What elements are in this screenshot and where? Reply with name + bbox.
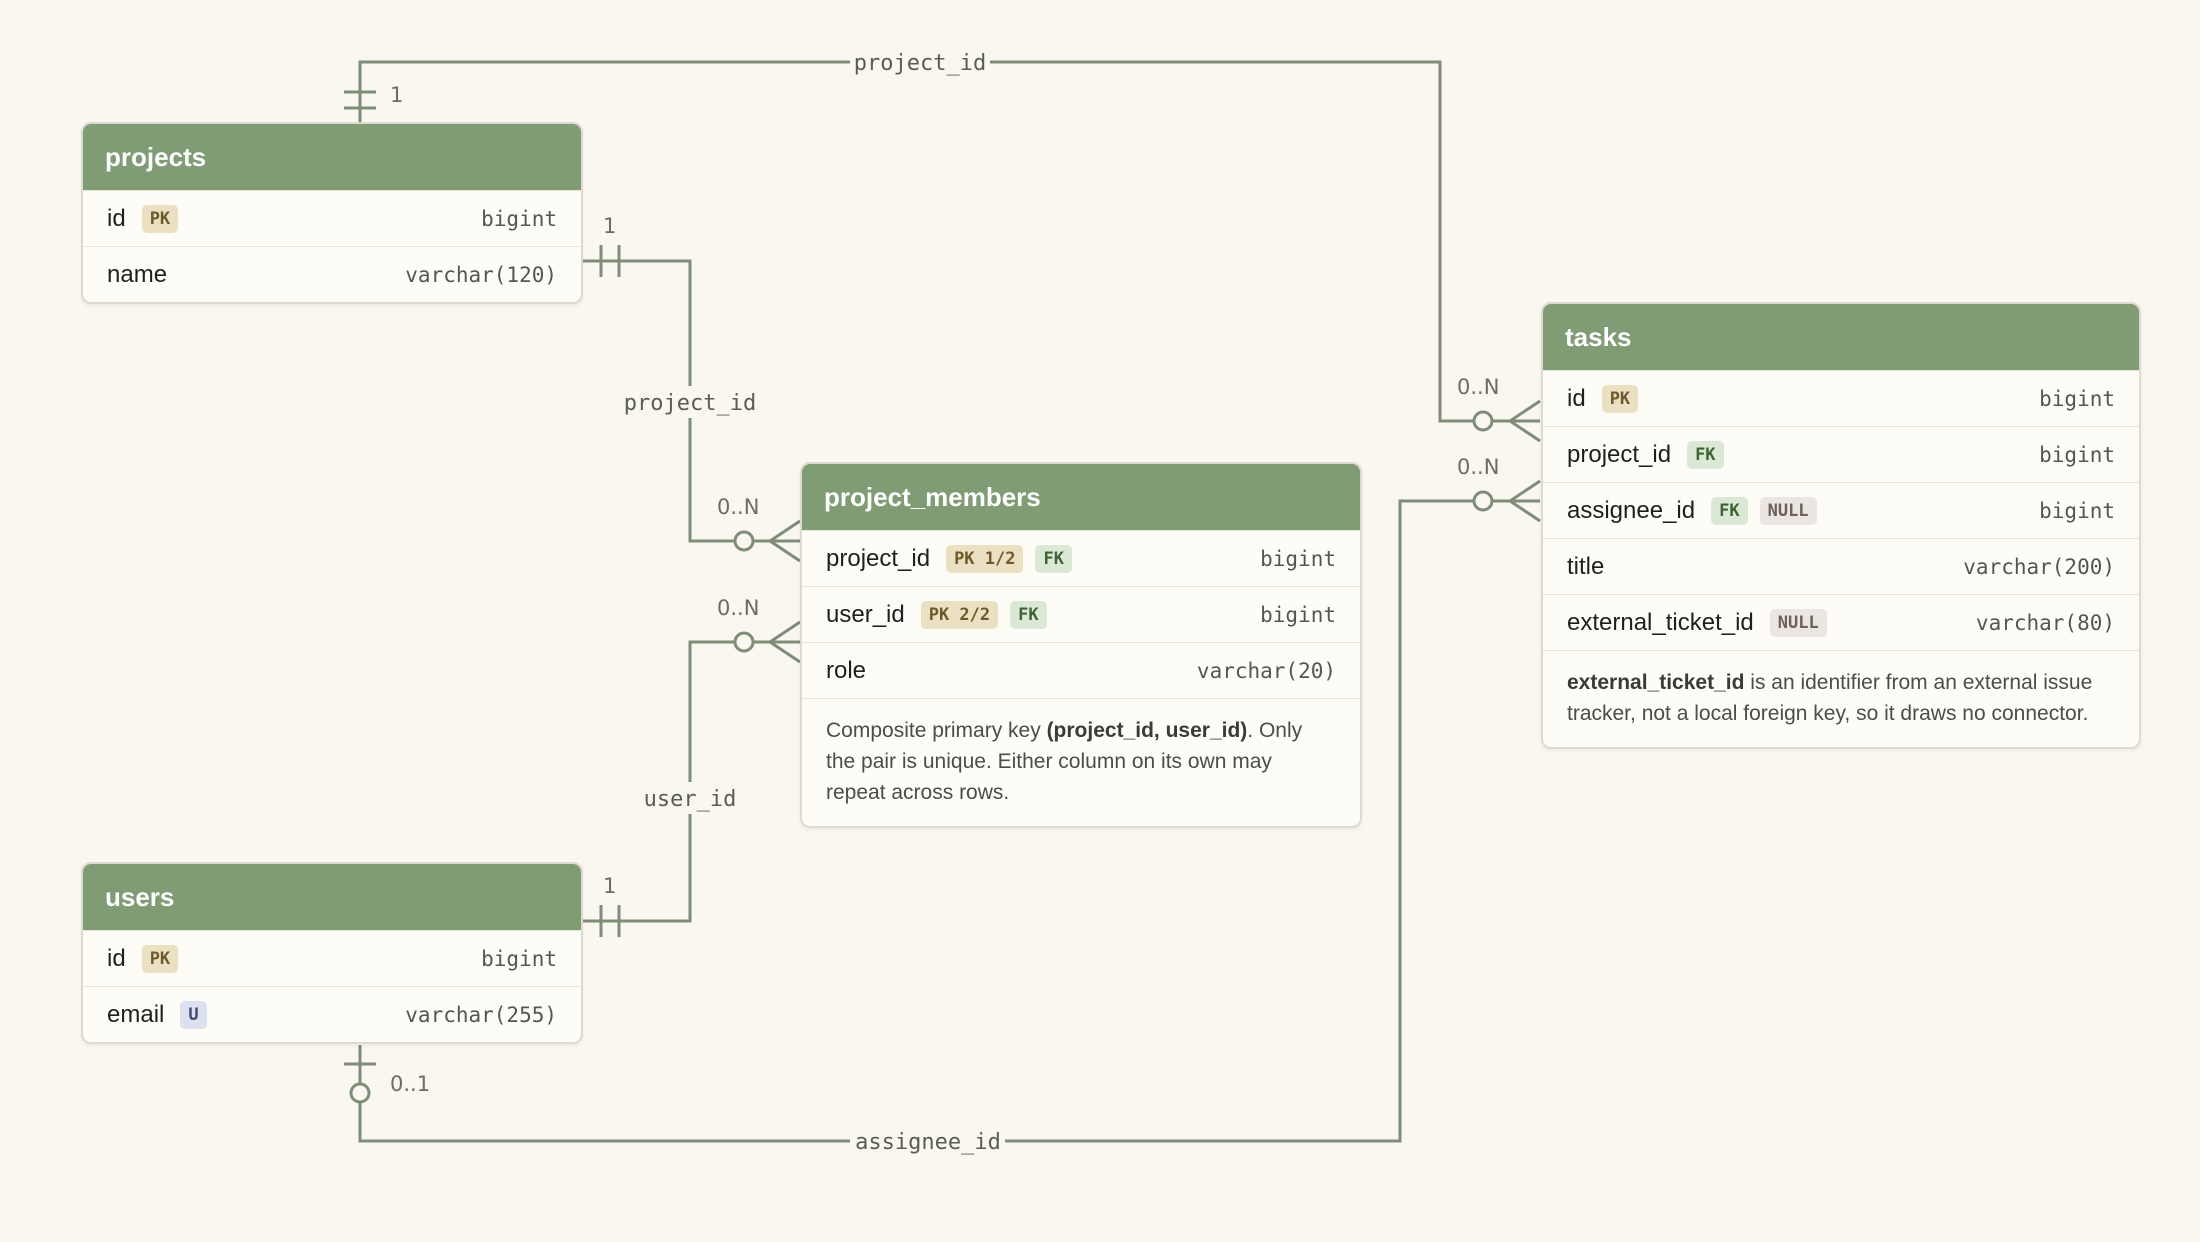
column-type: bigint	[2039, 498, 2115, 523]
column-name: email	[107, 1000, 165, 1028]
cardinality-users-members-from: 1	[603, 874, 616, 898]
relationship-label-users-tasks: assignee_id	[855, 1130, 1001, 1155]
column-type: varchar(80)	[1975, 610, 2115, 635]
cardinality-projects-members-from: 1	[603, 214, 616, 238]
fk-badge: FK	[1711, 496, 1748, 525]
fk-badge: FK	[1035, 544, 1072, 573]
column-row[interactable]: external_ticket_id NULL varchar(80)	[1543, 594, 2139, 650]
note-bold: (project_id, user_id)	[1046, 719, 1248, 742]
column-name: name	[107, 260, 168, 288]
relationship-label-projects-members: project_id	[624, 391, 756, 416]
relationship-label-projects-tasks: project_id	[854, 51, 986, 76]
column-row[interactable]: email U varchar(255)	[83, 986, 581, 1042]
cardinality-projects-tasks-to: 0..N	[1457, 375, 1499, 399]
unique-badge: U	[180, 1000, 207, 1029]
relationship-projects-project-members: project_id 1 0..N	[580, 214, 801, 563]
column-type: varchar(20)	[1196, 658, 1336, 683]
relationship-users-project-members: user_id 1 0..N	[580, 596, 801, 937]
column-name: project_id	[826, 544, 931, 572]
column-type: bigint	[1260, 546, 1336, 571]
cardinality-users-members-to: 0..N	[717, 596, 759, 620]
column-row[interactable]: role varchar(20)	[802, 642, 1360, 698]
relationship-label-users-members: user_id	[644, 787, 737, 812]
column-row[interactable]: project_id PK 1/2 FK bigint	[802, 530, 1360, 586]
pk-badge: PK	[141, 204, 179, 233]
column-type: bigint	[481, 946, 557, 971]
entity-tasks[interactable]: tasks id PK bigint project_id FK bigint …	[1541, 302, 2141, 749]
entity-users[interactable]: users id PK bigint email U varchar(255)	[81, 862, 583, 1044]
null-badge: NULL	[1769, 608, 1827, 637]
column-name: id	[1567, 384, 1586, 412]
column-row[interactable]: id PK bigint	[83, 190, 581, 246]
entity-note: external_ticket_id is an identifier from…	[1543, 650, 2139, 747]
entity-project-members[interactable]: project_members project_id PK 1/2 FK big…	[800, 462, 1362, 828]
column-name: user_id	[826, 600, 905, 628]
entity-title: projects	[83, 124, 581, 190]
entity-title: users	[83, 864, 581, 930]
column-name: id	[107, 204, 126, 232]
column-row[interactable]: id PK bigint	[1543, 370, 2139, 426]
column-name: assignee_id	[1567, 496, 1696, 524]
cardinality-users-tasks-from: 0..1	[390, 1072, 430, 1096]
pk-badge: PK 1/2	[946, 544, 1024, 573]
column-row[interactable]: name varchar(120)	[83, 246, 581, 302]
entity-title: project_members	[802, 464, 1360, 530]
pk-badge: PK	[1601, 384, 1639, 413]
column-type: bigint	[2039, 442, 2115, 467]
column-type: varchar(200)	[1963, 554, 2115, 579]
cardinality-users-tasks-to: 0..N	[1457, 455, 1499, 479]
note-bold: external_ticket_id	[1567, 671, 1745, 694]
column-type: bigint	[481, 206, 557, 231]
entity-title: tasks	[1543, 304, 2139, 370]
column-row[interactable]: project_id FK bigint	[1543, 426, 2139, 482]
fk-badge: FK	[1687, 440, 1724, 469]
column-name: external_ticket_id	[1567, 608, 1754, 636]
column-type: varchar(255)	[405, 1002, 557, 1027]
cardinality-projects-members-to: 0..N	[717, 495, 759, 519]
pk-badge: PK 2/2	[920, 600, 999, 629]
column-name: role	[826, 656, 867, 684]
fk-badge: FK	[1010, 600, 1047, 629]
column-name: title	[1567, 552, 1605, 580]
entity-projects[interactable]: projects id PK bigint name varchar(120)	[81, 122, 583, 304]
column-row[interactable]: assignee_id FK NULL bigint	[1543, 482, 2139, 538]
column-type: varchar(120)	[405, 262, 557, 287]
column-type: bigint	[2039, 386, 2115, 411]
note-prefix: Composite primary key	[826, 719, 1047, 742]
column-row[interactable]: title varchar(200)	[1543, 538, 2139, 594]
entity-note: Composite primary key (project_id, user_…	[802, 698, 1360, 826]
null-badge: NULL	[1759, 496, 1817, 525]
column-row[interactable]: user_id PK 2/2 FK bigint	[802, 586, 1360, 642]
column-name: id	[107, 944, 126, 972]
column-row[interactable]: id PK bigint	[83, 930, 581, 986]
column-type: bigint	[1260, 602, 1336, 627]
pk-badge: PK	[141, 944, 179, 973]
cardinality-projects-tasks-from: 1	[390, 83, 403, 107]
column-name: project_id	[1567, 440, 1672, 468]
